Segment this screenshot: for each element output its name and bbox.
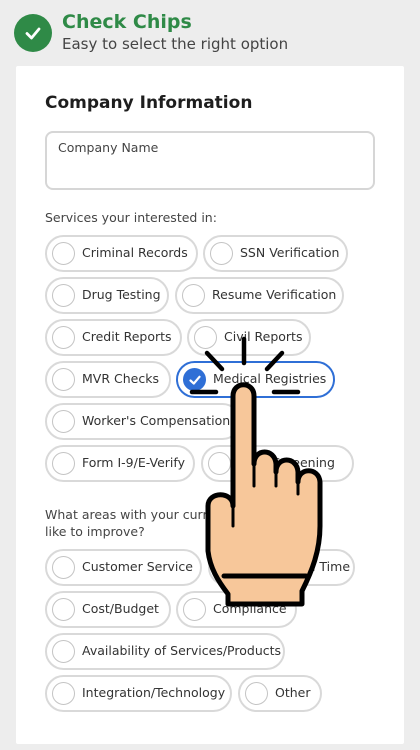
chip-drug-testing[interactable]: Drug Testing — [45, 277, 169, 314]
radio-circle — [52, 410, 75, 433]
radio-circle — [208, 452, 231, 475]
radio-circle — [52, 452, 75, 475]
company-name-field[interactable]: Company Name — [45, 131, 375, 190]
radio-circle — [182, 284, 205, 307]
radio-circle — [52, 326, 75, 349]
chip-drug-screening[interactable]: Drug Screening — [201, 445, 354, 482]
chip-turnaround-time[interactable]: Turnaround Time — [208, 549, 355, 586]
form-card: Company Information Company Name Service… — [16, 66, 404, 744]
radio-circle — [215, 556, 238, 579]
chip-criminal-records[interactable]: Criminal Records — [45, 235, 198, 272]
chip-other[interactable]: Other — [238, 675, 322, 712]
chip-cost-budget[interactable]: Cost/Budget — [45, 591, 171, 628]
company-name-placeholder: Company Name — [58, 140, 159, 155]
areas-label: What areas with your current like to imp… — [45, 507, 228, 539]
checkmark-icon — [183, 368, 206, 391]
chip-ssn-verification[interactable]: SSN Verification — [203, 235, 348, 272]
chip-resume-verification[interactable]: Resume Verification — [175, 277, 344, 314]
radio-circle — [52, 368, 75, 391]
page-subtitle: Easy to select the right option — [62, 35, 289, 53]
chip-availability-services-products[interactable]: Availability of Services/Products — [45, 633, 285, 670]
chip-form-i9-everify[interactable]: Form I-9/E-Verify — [45, 445, 195, 482]
chip-compliance[interactable]: Compliance — [176, 591, 297, 628]
services-label: Services your interested in: — [45, 210, 217, 225]
chip-credit-reports[interactable]: Credit Reports — [45, 319, 182, 356]
radio-circle — [52, 682, 75, 705]
radio-circle — [183, 598, 206, 621]
chip-workers-compensation[interactable]: Worker's Compensation — [45, 403, 241, 440]
chip-mvr-checks[interactable]: MVR Checks — [45, 361, 171, 398]
header: Check Chips Easy to select the right opt… — [14, 11, 406, 56]
radio-circle — [210, 242, 233, 265]
chip-medical-registries[interactable]: Medical Registries — [176, 361, 335, 398]
radio-circle — [52, 556, 75, 579]
chip-integration-technology[interactable]: Integration/Technology — [45, 675, 232, 712]
chip-civil-reports[interactable]: Civil Reports — [187, 319, 311, 356]
checkmark-icon — [14, 14, 52, 52]
radio-circle — [194, 326, 217, 349]
radio-circle — [245, 682, 268, 705]
section-title: Company Information — [45, 93, 253, 113]
radio-circle — [52, 640, 75, 663]
radio-circle — [52, 284, 75, 307]
page-title: Check Chips — [62, 11, 192, 33]
chip-customer-service[interactable]: Customer Service — [45, 549, 202, 586]
radio-circle — [52, 242, 75, 265]
radio-circle — [52, 598, 75, 621]
